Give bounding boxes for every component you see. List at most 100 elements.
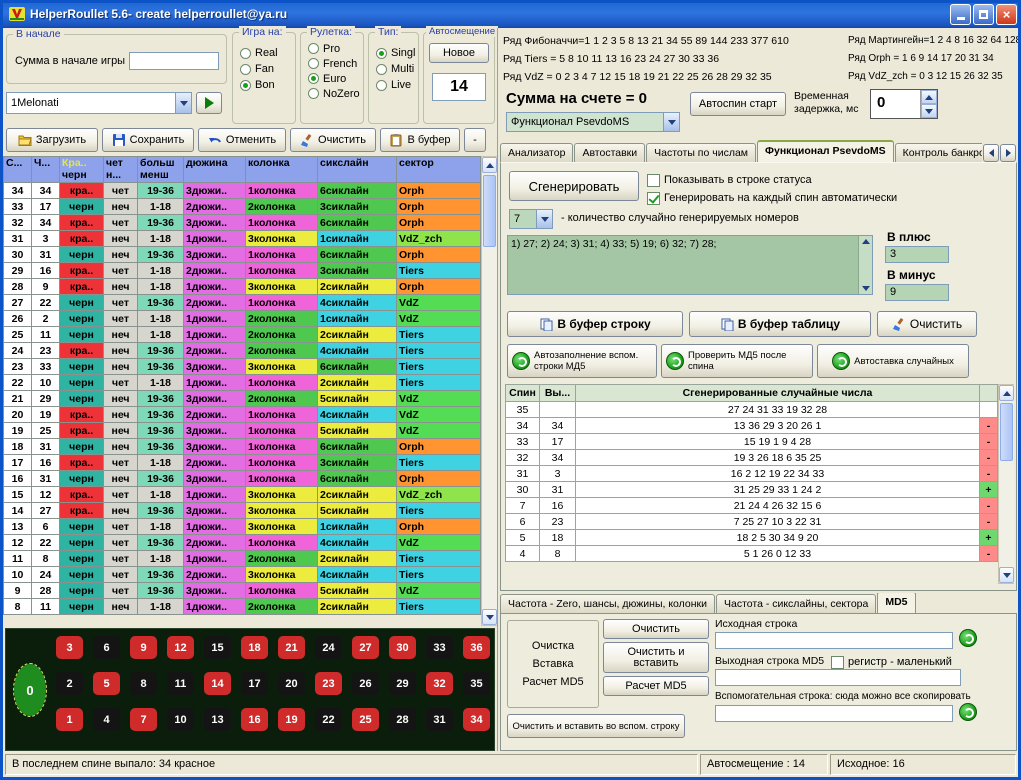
buffer-table-button[interactable]: В буфер таблицу: [689, 311, 871, 337]
scroll-up-icon[interactable]: [862, 239, 870, 244]
generate-button[interactable]: Сгенерировать: [509, 171, 639, 201]
board-number-21[interactable]: 21: [278, 636, 305, 659]
table-row[interactable]: 323419 3 26 18 6 35 25-: [506, 450, 998, 466]
md5-clear-button[interactable]: Очистить: [603, 619, 709, 639]
radio-nozero[interactable]: NoZero: [308, 86, 363, 101]
table-row[interactable]: 2423кра..неч19-362дюжи..2колонка4сиклайн…: [4, 343, 481, 359]
scrollbar-thumb[interactable]: [1000, 403, 1013, 461]
board-number-27[interactable]: 27: [352, 636, 379, 659]
maximize-button[interactable]: [973, 4, 994, 25]
tab-md5[interactable]: MD5: [877, 593, 915, 614]
board-number-22[interactable]: 22: [315, 708, 342, 731]
table-row[interactable]: 3234кра..чет19-363дюжи..1колонка6сиклайн…: [4, 215, 481, 231]
clear-numbers-button[interactable]: Очистить: [877, 311, 977, 337]
preset-combo-arrow[interactable]: [175, 93, 191, 113]
table-row[interactable]: 2019кра..неч19-362дюжи..1колонка4сиклайн…: [4, 407, 481, 423]
scroll-up-icon[interactable]: [482, 157, 497, 173]
functional-combo-arrow[interactable]: [663, 113, 679, 131]
table-row[interactable]: 71621 24 4 26 32 15 6-: [506, 498, 998, 514]
delay-spinner[interactable]: 0: [870, 89, 938, 119]
tab-scroll-right-button[interactable]: [1000, 144, 1016, 162]
tab-функционал-psevdoms[interactable]: Функционал PsevdoMS: [757, 140, 894, 163]
table-row[interactable]: 3031черннеч19-363дюжи..1колонка6сиклайнO…: [4, 247, 481, 263]
table-row[interactable]: 1427кра..неч19-363дюжи..3колонка5сиклайн…: [4, 503, 481, 519]
board-number-25[interactable]: 25: [352, 708, 379, 731]
source-string-input[interactable]: [715, 632, 953, 649]
table-row[interactable]: 31316 2 12 19 22 34 33-: [506, 466, 998, 482]
load-button[interactable]: Загрузить: [6, 128, 98, 152]
radio-bon[interactable]: Bon: [240, 77, 295, 93]
table-row[interactable]: 51818 2 5 30 34 9 20+: [506, 530, 998, 546]
board-number-5[interactable]: 5: [93, 672, 120, 695]
preset-combo[interactable]: 1Melonati: [6, 92, 192, 114]
helper-string-input[interactable]: [715, 705, 953, 722]
autospin-start-button[interactable]: Автоспин старт: [690, 92, 786, 116]
board-number-18[interactable]: 18: [241, 636, 268, 659]
table-row[interactable]: 2511черннеч1-181дюжи..2колонка2сиклайнTi…: [4, 327, 481, 343]
helper-refresh-button[interactable]: [959, 703, 977, 721]
board-number-3[interactable]: 3: [56, 636, 83, 659]
radio-euro[interactable]: Euro: [308, 71, 363, 86]
table-row[interactable]: 2722чернчет19-362дюжи..1колонка4сиклайнV…: [4, 295, 481, 311]
scrollbar-thumb[interactable]: [483, 175, 496, 247]
table-row[interactable]: 331715 19 1 9 4 28-: [506, 434, 998, 450]
table-row[interactable]: 3527 24 31 33 19 32 28: [506, 402, 998, 418]
tab-частота-сикслайны-сектора[interactable]: Частота - сикслайны, сектора: [716, 594, 876, 614]
board-number-28[interactable]: 28: [389, 708, 416, 731]
table-row[interactable]: 2916кра..чет1-182дюжи..1колонка3сиклайнT…: [4, 263, 481, 279]
board-number-26[interactable]: 26: [352, 672, 379, 695]
board-number-33[interactable]: 33: [426, 636, 453, 659]
board-number-36[interactable]: 36: [463, 636, 490, 659]
minus-button[interactable]: -: [464, 128, 486, 152]
minimize-button[interactable]: [950, 4, 971, 25]
scroll-down-icon[interactable]: [482, 609, 497, 625]
tab-автоставки[interactable]: Автоставки: [574, 143, 645, 163]
check-md5-button[interactable]: Проверить МД5 после спина: [661, 344, 813, 378]
tab-частоты-по-числам[interactable]: Частоты по числам: [646, 143, 756, 163]
board-number-6[interactable]: 6: [93, 636, 120, 659]
board-number-17[interactable]: 17: [241, 672, 268, 695]
history-scrollbar[interactable]: [481, 156, 497, 626]
board-number-29[interactable]: 29: [389, 672, 416, 695]
tab-scroll-left-button[interactable]: [983, 144, 999, 162]
radio-french[interactable]: French: [308, 56, 363, 71]
new-button[interactable]: Новое: [429, 43, 489, 63]
buffer-button[interactable]: В буфер: [380, 128, 460, 152]
board-number-23[interactable]: 23: [315, 672, 342, 695]
radio-singl[interactable]: Singl: [376, 45, 418, 61]
board-number-4[interactable]: 4: [93, 708, 120, 731]
table-row[interactable]: 118чернчет1-181дюжи..2колонка2сиклайнTie…: [4, 551, 481, 567]
table-row[interactable]: 3434кра..чет19-363дюжи..1колонка6сиклайн…: [4, 183, 481, 199]
board-number-8[interactable]: 8: [130, 672, 157, 695]
board-number-10[interactable]: 10: [167, 708, 194, 731]
table-row[interactable]: 6237 25 27 10 3 22 31-: [506, 514, 998, 530]
clear-button[interactable]: Очистить: [290, 128, 376, 152]
table-row[interactable]: 136чернчет1-181дюжи..3колонка1сиклайнOrp…: [4, 519, 481, 535]
board-number-31[interactable]: 31: [426, 708, 453, 731]
save-button[interactable]: Сохранить: [102, 128, 194, 152]
scroll-down-icon[interactable]: [862, 286, 870, 291]
table-row[interactable]: 1222чернчет19-362дюжи..1колонка4сиклайнV…: [4, 535, 481, 551]
board-number-11[interactable]: 11: [167, 672, 194, 695]
radio-real[interactable]: Real: [240, 45, 295, 61]
count-combo-arrow[interactable]: [536, 210, 552, 228]
spinner-down-icon[interactable]: [921, 104, 937, 118]
play-button[interactable]: [196, 92, 222, 114]
board-number-13[interactable]: 13: [204, 708, 231, 731]
table-row[interactable]: 1631черннеч19-363дюжи..1колонка6сиклайнO…: [4, 471, 481, 487]
title-bar[interactable]: HelperRoullet 5.6- create helperroullet@…: [0, 0, 1021, 28]
radio-live[interactable]: Live: [376, 77, 418, 93]
register-checkbox[interactable]: регистр - маленький: [831, 654, 952, 670]
table-row[interactable]: 289кра..неч1-181дюжи..3колонка2сиклайнOr…: [4, 279, 481, 295]
autobet-random-button[interactable]: Автоставка случайных: [817, 344, 969, 378]
textarea-scrollbar[interactable]: [858, 236, 872, 294]
radio-pro[interactable]: Pro: [308, 41, 363, 56]
table-row[interactable]: 485 1 26 0 12 33-: [506, 546, 998, 562]
board-number-30[interactable]: 30: [389, 636, 416, 659]
board-number-12[interactable]: 12: [167, 636, 194, 659]
output-string-input[interactable]: [715, 669, 961, 686]
tab-анализатор[interactable]: Анализатор: [500, 143, 573, 163]
board-number-32[interactable]: 32: [426, 672, 453, 695]
autofill-md5-button[interactable]: Автозаполнение вспом. строки МД5: [507, 344, 657, 378]
table-row[interactable]: 1512кра..чет1-181дюжи..3колонка2сиклайнV…: [4, 487, 481, 503]
